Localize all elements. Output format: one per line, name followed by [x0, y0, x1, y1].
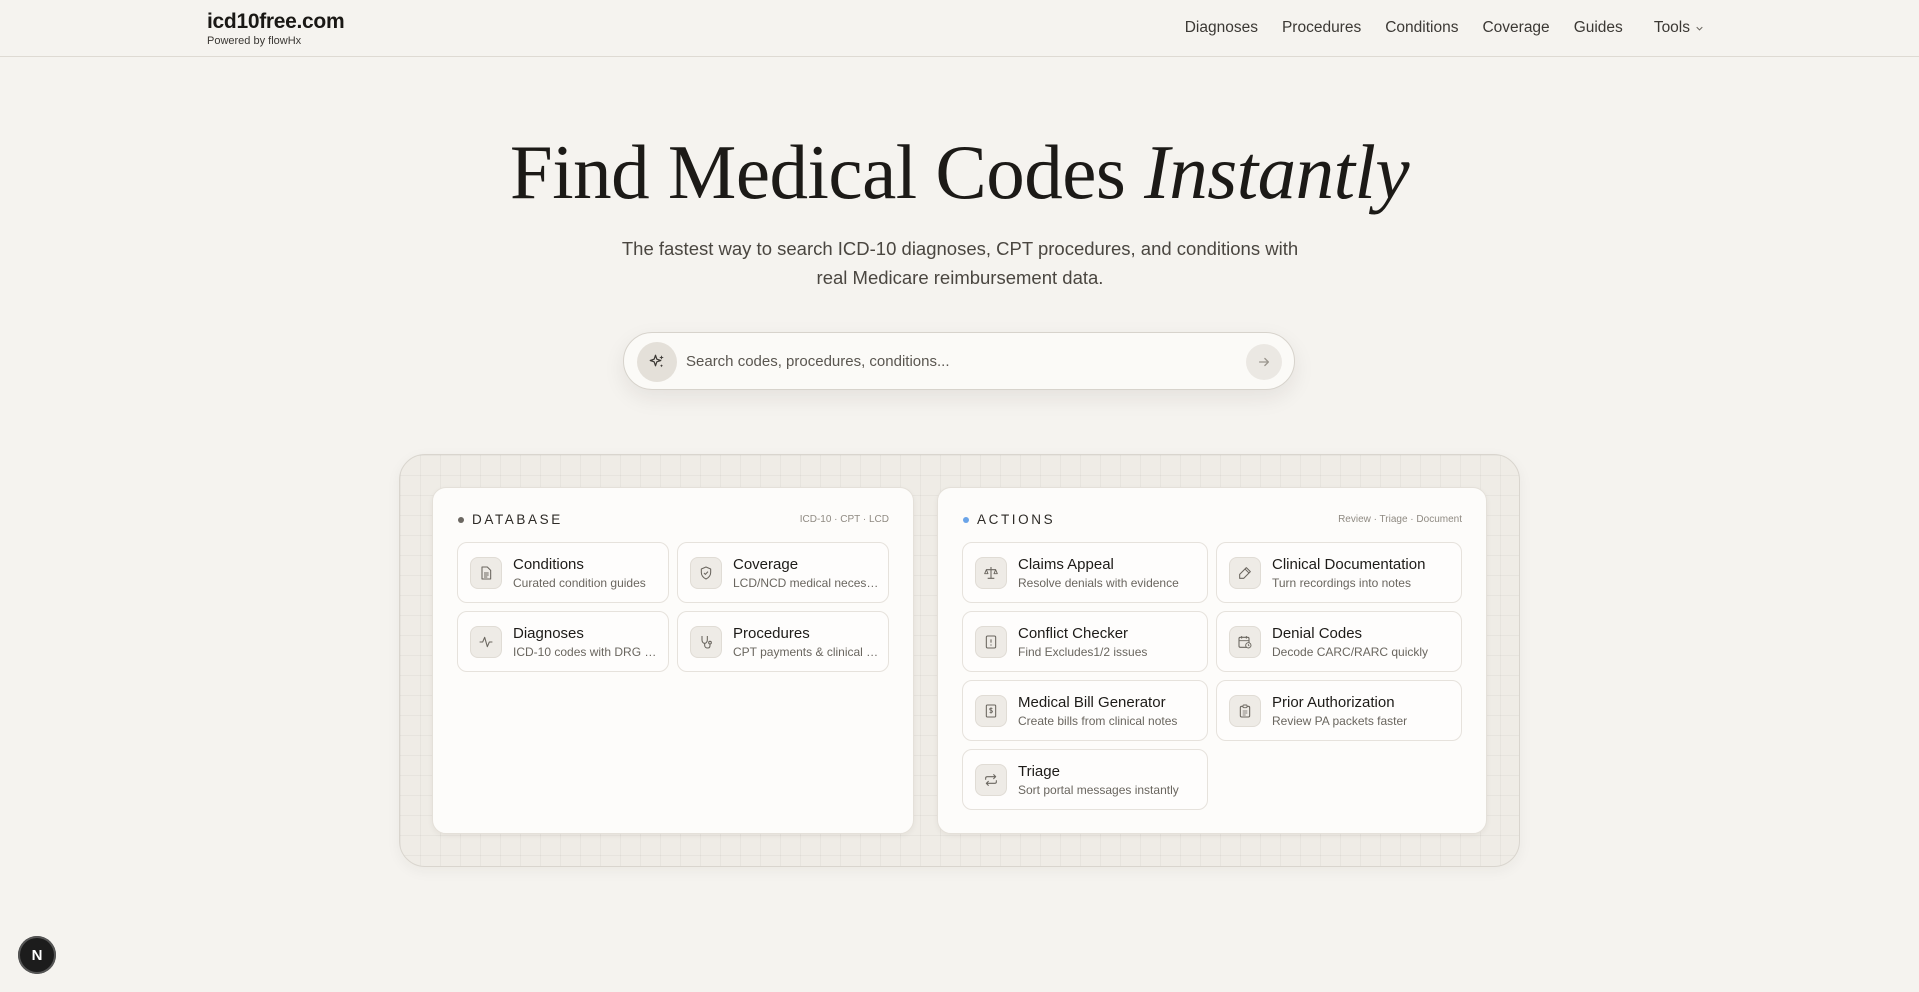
- search-submit-button[interactable]: [1246, 344, 1282, 380]
- brand[interactable]: icd10free.com Powered by flowHx: [207, 10, 345, 47]
- chevron-down-icon: [1696, 26, 1703, 31]
- nav-procedures[interactable]: Procedures: [1282, 19, 1361, 37]
- document-icon: [470, 557, 502, 589]
- actions-label-text: ACTIONS: [977, 512, 1056, 527]
- item-title: Prior Authorization: [1272, 694, 1395, 711]
- feature-panel: DATABASE ICD-10 · CPT · LCD Conditions C…: [399, 454, 1520, 867]
- brand-subtitle: Powered by flowHx: [207, 35, 302, 47]
- hero-title-main: Find Medical Codes: [509, 129, 1126, 215]
- action-item-medical-bill-generator[interactable]: Medical Bill Generator Create bills from…: [962, 680, 1208, 741]
- item-desc: Find Excludes1/2 issues: [1018, 645, 1148, 659]
- clipboard-icon: [1229, 695, 1261, 727]
- brand-title[interactable]: icd10free.com: [207, 10, 345, 34]
- actions-dot: [963, 516, 969, 523]
- stethoscope-icon: [690, 626, 722, 658]
- item-desc: Resolve denials with evidence: [1018, 576, 1179, 590]
- action-item-denial-codes[interactable]: Denial Codes Decode CARC/RARC quickly: [1216, 611, 1462, 672]
- nav-conditions[interactable]: Conditions: [1385, 19, 1458, 37]
- item-desc: CPT payments & clinical details: [733, 645, 879, 659]
- action-item-claims-appeal[interactable]: Claims Appeal Resolve denials with evide…: [962, 542, 1208, 603]
- item-desc: Decode CARC/RARC quickly: [1272, 645, 1429, 659]
- nav-guides[interactable]: Guides: [1574, 19, 1623, 37]
- search-input[interactable]: [686, 347, 1226, 375]
- bill-icon: [975, 695, 1007, 727]
- item-desc: Curated condition guides: [513, 576, 646, 590]
- hero-subtitle: The fastest way to search ICD-10 diagnos…: [621, 238, 1299, 288]
- nav-tools-dropdown[interactable]: Tools: [1654, 19, 1703, 37]
- action-item-clinical-documentation[interactable]: Clinical Documentation Turn recordings i…: [1216, 542, 1462, 603]
- nav-coverage[interactable]: Coverage: [1482, 19, 1549, 37]
- site-header: icd10free.com Powered by flowHx Diagnose…: [0, 0, 1919, 57]
- database-card: DATABASE ICD-10 · CPT · LCD Conditions C…: [432, 487, 914, 834]
- db-item-coverage[interactable]: Coverage LCD/NCD medical necessity: [677, 542, 889, 603]
- database-section-label: DATABASE: [458, 512, 563, 527]
- item-title: Medical Bill Generator: [1018, 694, 1166, 711]
- nav-diagnoses[interactable]: Diagnoses: [1185, 19, 1258, 37]
- shield-icon: [690, 557, 722, 589]
- item-desc: LCD/NCD medical necessity: [733, 576, 879, 590]
- item-title: Procedures: [733, 625, 810, 642]
- actions-tags: Review · Triage · Document: [1338, 514, 1462, 525]
- action-item-triage[interactable]: Triage Sort portal messages instantly: [962, 749, 1208, 810]
- item-title: Conflict Checker: [1018, 625, 1129, 642]
- scales-icon: [975, 557, 1007, 589]
- item-desc: Turn recordings into notes: [1272, 576, 1411, 590]
- db-item-diagnoses[interactable]: Diagnoses ICD-10 codes with DRG context: [457, 611, 669, 672]
- sparkle-button[interactable]: [637, 342, 677, 382]
- db-item-procedures[interactable]: Procedures CPT payments & clinical detai…: [677, 611, 889, 672]
- fab-label: N: [31, 946, 43, 964]
- actions-section-label: ACTIONS: [963, 512, 1055, 527]
- sparkle-icon: [649, 354, 664, 368]
- hero-title: Find Medical Codes Instantly: [0, 128, 1919, 217]
- database-label-text: DATABASE: [472, 512, 563, 527]
- action-item-prior-authorization[interactable]: Prior Authorization Review PA packets fa…: [1216, 680, 1462, 741]
- nav-tools-label: Tools: [1653, 19, 1690, 36]
- database-tags: ICD-10 · CPT · LCD: [799, 514, 889, 525]
- item-title: Denial Codes: [1272, 625, 1363, 642]
- item-desc: Sort portal messages instantly: [1018, 783, 1179, 797]
- repeat-icon: [975, 764, 1007, 796]
- nextjs-badge-button[interactable]: N: [18, 936, 56, 974]
- item-title: Triage: [1018, 763, 1060, 780]
- action-item-conflict-checker[interactable]: Conflict Checker Find Excludes1/2 issues: [962, 611, 1208, 672]
- hero-title-italic: Instantly: [1144, 129, 1410, 215]
- pen-icon: [1229, 557, 1261, 589]
- alert-doc-icon: [975, 626, 1007, 658]
- item-title: Clinical Documentation: [1272, 556, 1426, 573]
- database-dot: [458, 516, 464, 523]
- search-bar: [623, 332, 1295, 390]
- item-title: Coverage: [733, 556, 799, 573]
- db-item-conditions[interactable]: Conditions Curated condition guides: [457, 542, 669, 603]
- calendar-clock-icon: [1229, 626, 1261, 658]
- activity-icon: [470, 626, 502, 658]
- item-title: Diagnoses: [513, 625, 584, 642]
- item-title: Conditions: [513, 556, 584, 573]
- actions-card: ACTIONS Review · Triage · Document Claim…: [937, 487, 1487, 834]
- item-title: Claims Appeal: [1018, 556, 1114, 573]
- item-desc: Create bills from clinical notes: [1018, 714, 1178, 728]
- arrow-right-icon: [1258, 357, 1270, 367]
- main-nav: Diagnoses Procedures Conditions Coverage…: [1161, 19, 1703, 37]
- item-desc: ICD-10 codes with DRG context: [513, 645, 659, 659]
- item-desc: Review PA packets faster: [1272, 714, 1408, 728]
